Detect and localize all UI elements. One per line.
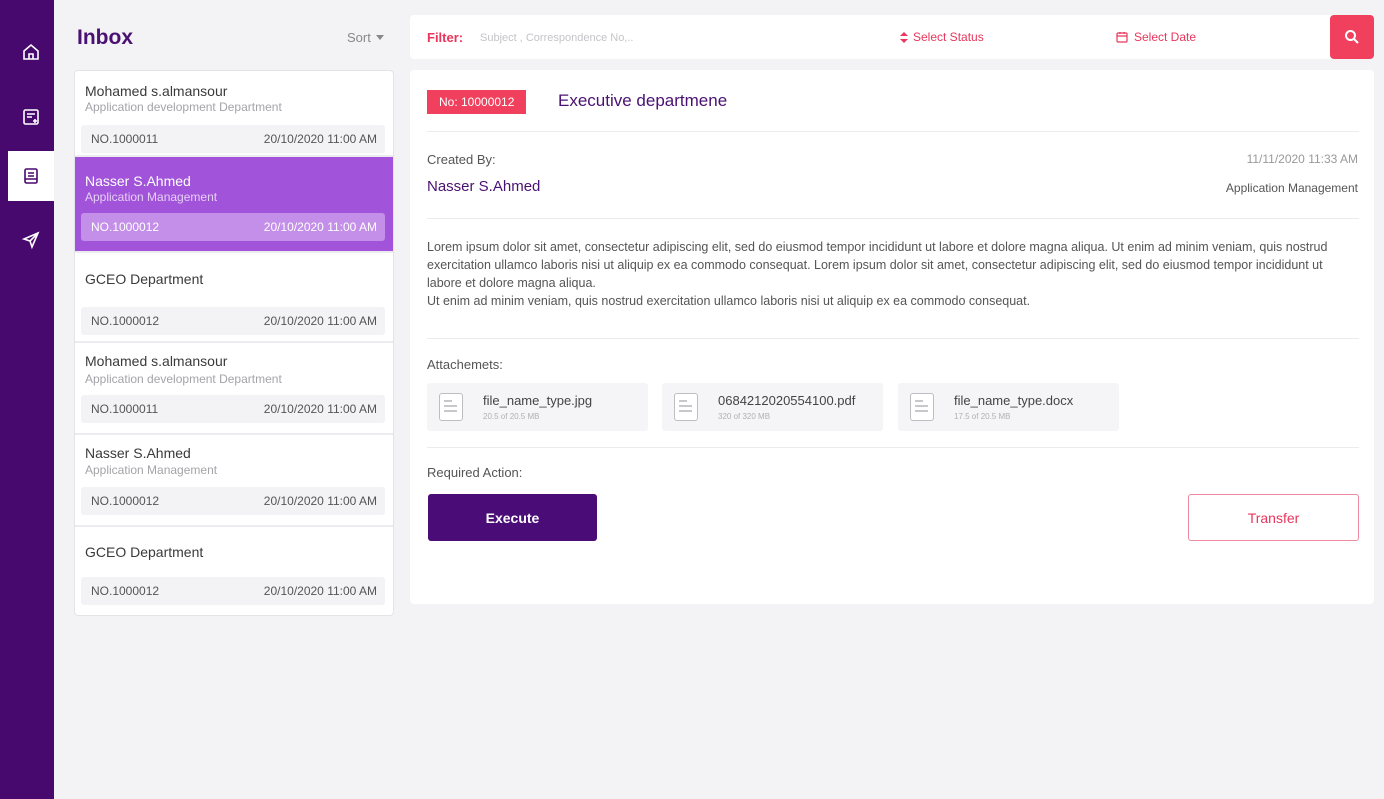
nav-home-button[interactable] <box>8 27 54 77</box>
correspondence-number-badge: No: 10000012 <box>427 90 527 114</box>
select-status-dropdown[interactable]: Select Status <box>900 30 984 44</box>
search-icon <box>1345 30 1359 44</box>
item-department: Application Management <box>85 463 218 477</box>
new-document-icon <box>23 109 39 125</box>
nav-new-document-button[interactable] <box>8 92 54 142</box>
item-date: 20/10/2020 11:00 AM <box>263 584 377 598</box>
item-date: 20/10/2020 11:00 AM <box>263 402 377 416</box>
detail-panel: No: 10000012 Executive departmene Create… <box>410 70 1374 604</box>
home-icon <box>23 43 39 60</box>
send-icon <box>21 231 40 250</box>
filter-search-input[interactable] <box>480 28 740 48</box>
item-meta: NO.1000011 20/10/2020 11:00 AM <box>81 125 385 153</box>
divider <box>427 447 1359 448</box>
inbox-list-item[interactable]: Mohamed s.almansour Application developm… <box>75 343 393 435</box>
item-number: NO.1000012 <box>91 584 160 598</box>
filter-bar: Filter: Select Status Select Date <box>410 15 1374 59</box>
item-sender: Mohamed s.almansour <box>85 83 228 99</box>
select-date-label: Select Date <box>1134 30 1197 44</box>
select-status-label: Select Status <box>913 30 984 44</box>
detail-title: Executive departmene <box>558 91 728 110</box>
item-date: 20/10/2020 11:00 AM <box>263 220 377 234</box>
sort-arrows-icon <box>900 31 908 43</box>
divider <box>427 338 1359 339</box>
item-date: 20/10/2020 11:00 AM <box>263 314 377 328</box>
inbox-list: Mohamed s.almansour Application developm… <box>74 70 394 616</box>
created-by-label: Created By: <box>427 152 496 167</box>
item-sender: Mohamed s.almansour <box>85 353 228 369</box>
inbox-icon <box>24 168 38 184</box>
attachment-item[interactable]: 0684212020554100.pdf 320 of 320 MB <box>662 383 883 431</box>
item-meta: NO.1000011 20/10/2020 11:00 AM <box>81 395 385 423</box>
page-title: Inbox <box>77 26 133 49</box>
file-icon <box>910 393 934 421</box>
created-by-department: Application Management <box>1225 181 1358 195</box>
item-sender: Nasser S.Ahmed <box>85 173 191 189</box>
nav-inbox-button[interactable] <box>8 151 54 201</box>
item-meta: NO.1000012 20/10/2020 11:00 AM <box>81 307 385 335</box>
select-date-picker[interactable]: Select Date <box>1116 30 1196 44</box>
item-department: Application development Department <box>85 100 282 114</box>
item-department: Application Management <box>85 190 218 204</box>
message-paragraph: Ut enim ad minim veniam, quis nostrud ex… <box>427 294 1031 308</box>
attachment-size: 20.5 of 20.5 MB <box>483 412 540 421</box>
item-department: Application development Department <box>85 372 282 386</box>
item-meta: NO.1000012 20/10/2020 11:00 AM <box>81 213 385 241</box>
inbox-list-item[interactable]: GCEO Department NO.1000012 20/10/2020 11… <box>75 527 393 615</box>
attachment-size: 320 of 320 MB <box>718 412 771 421</box>
attachment-name: file_name_type.jpg <box>483 393 593 408</box>
chevron-down-icon <box>375 35 384 40</box>
item-number: NO.1000012 <box>91 494 160 508</box>
item-sender: Nasser S.Ahmed <box>85 445 191 461</box>
transfer-button[interactable]: Transfer <box>1188 494 1359 541</box>
divider <box>427 131 1359 132</box>
item-number: NO.1000012 <box>91 314 160 328</box>
attachment-item[interactable]: file_name_type.docx 17.5 of 20.5 MB <box>898 383 1119 431</box>
left-nav-rail <box>0 0 54 799</box>
message-paragraph: Lorem ipsum dolor sit amet, consectetur … <box>427 240 1328 290</box>
divider <box>427 218 1359 219</box>
item-number: NO.1000011 <box>91 132 159 146</box>
attachment-name: file_name_type.docx <box>954 393 1074 408</box>
created-date: 11/11/2020 11:33 AM <box>1246 152 1358 166</box>
required-action-label: Required Action: <box>427 465 523 480</box>
inbox-list-item-selected[interactable]: Nasser S.Ahmed Application Management NO… <box>75 157 393 253</box>
item-date: 20/10/2020 11:00 AM <box>263 132 377 146</box>
inbox-list-item[interactable]: GCEO Department NO.1000012 20/10/2020 11… <box>75 253 393 343</box>
item-meta: NO.1000012 20/10/2020 11:00 AM <box>81 487 385 515</box>
inbox-list-item[interactable]: Mohamed s.almansour Application developm… <box>75 71 393 157</box>
item-number: NO.1000011 <box>91 402 159 416</box>
attachment-item[interactable]: file_name_type.jpg 20.5 of 20.5 MB <box>427 383 648 431</box>
attachment-size: 17.5 of 20.5 MB <box>954 412 1011 421</box>
filter-label: Filter: <box>427 30 464 45</box>
item-sender: GCEO Department <box>85 271 204 287</box>
item-date: 20/10/2020 11:00 AM <box>263 494 377 508</box>
created-by-name: Nasser S.Ahmed <box>427 178 541 195</box>
inbox-list-item[interactable]: Nasser S.Ahmed Application Management NO… <box>75 435 393 527</box>
sort-dropdown[interactable]: Sort <box>347 30 384 45</box>
nav-send-button[interactable] <box>8 215 54 265</box>
calendar-icon <box>1116 32 1128 43</box>
message-body: Lorem ipsum dolor sit amet, consectetur … <box>427 238 1359 310</box>
search-button[interactable] <box>1330 15 1374 59</box>
sort-label: Sort <box>347 30 371 45</box>
attachments-label: Attachemets: <box>427 357 503 372</box>
item-meta: NO.1000012 20/10/2020 11:00 AM <box>81 577 385 605</box>
file-icon <box>674 393 698 421</box>
file-icon <box>439 393 463 421</box>
item-sender: GCEO Department <box>85 544 204 560</box>
attachment-name: 0684212020554100.pdf <box>718 393 856 408</box>
execute-button[interactable]: Execute <box>428 494 597 541</box>
item-number: NO.1000012 <box>91 220 160 234</box>
